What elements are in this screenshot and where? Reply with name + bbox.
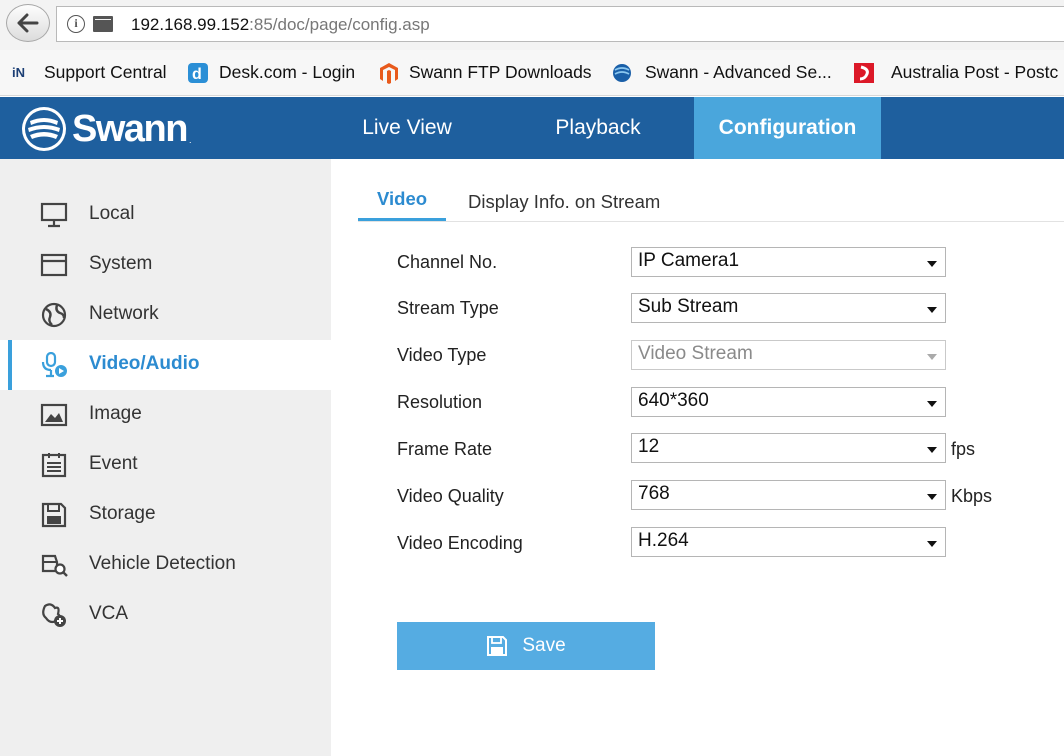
video-encoding-select[interactable]: H.264 — [631, 527, 946, 557]
sidebar-item-label: Video/Audio — [89, 353, 200, 374]
bookmark-label: Desk.com - Login — [219, 62, 356, 82]
url-host: 192.168.99.152 — [131, 15, 250, 34]
chevron-down-icon — [927, 261, 937, 267]
video-quality-unit: Kbps — [951, 486, 993, 506]
select-value: 640*360 — [638, 390, 709, 411]
svg-text:d: d — [192, 66, 202, 83]
sidebar-item-label: Event — [89, 453, 138, 474]
chevron-down-icon — [927, 401, 937, 407]
sidebar-item-vehicle-detection[interactable]: Vehicle Detection — [0, 540, 331, 590]
page-icon — [93, 16, 113, 32]
swann-globe-icon — [613, 64, 631, 82]
channel-no-select[interactable]: IP Camera1 — [631, 247, 946, 277]
brand-mark: . — [188, 135, 192, 145]
sidebar-item-label: Storage — [89, 503, 156, 524]
url-path: :85/doc/page/config.asp — [249, 15, 430, 34]
in-icon: iN — [12, 65, 25, 80]
info-icon[interactable]: i — [67, 15, 85, 33]
floppy-icon — [41, 502, 67, 528]
back-button[interactable] — [6, 4, 50, 42]
bookmark-label: Swann - Advanced Se... — [645, 62, 832, 82]
sidebar-item-event[interactable]: Event — [0, 440, 331, 490]
bookmark-label: Swann FTP Downloads — [409, 62, 592, 82]
tab-video[interactable]: Video — [377, 188, 427, 230]
chevron-down-icon — [927, 494, 937, 500]
nav-playback[interactable]: Playback — [520, 97, 676, 159]
config-sidebar: Local System Network Video/Audio Image E… — [0, 159, 331, 756]
window-icon — [40, 253, 68, 277]
save-button-label: Save — [522, 635, 566, 656]
select-value: 12 — [638, 436, 660, 457]
microphone-icon — [41, 352, 67, 378]
chevron-down-icon — [927, 447, 937, 453]
select-value: H.264 — [638, 530, 689, 551]
select-value: Video Stream — [638, 343, 753, 364]
resolution-select[interactable]: 640*360 — [631, 387, 946, 417]
brand-name: Swann — [72, 107, 188, 150]
monitor-icon — [40, 202, 68, 228]
swann-globe-logo-icon — [22, 107, 66, 151]
tab-display-info-on-stream[interactable]: Display Info. on Stream — [468, 191, 660, 233]
frame-rate-select[interactable]: 12 — [631, 433, 946, 463]
select-value: IP Camera1 — [638, 250, 740, 271]
sidebar-item-label: VCA — [89, 603, 129, 624]
tab-divider — [358, 221, 1064, 222]
sidebar-item-vca[interactable]: VCA — [0, 590, 331, 640]
bookmark-label: Australia Post - Postc — [891, 62, 1059, 82]
app-header: Swann . Live View Playback Configuration — [0, 97, 1064, 159]
browser-toolbar: i 192.168.99.152:85/doc/page/config.asp — [0, 0, 1064, 50]
stream-type-select[interactable]: Sub Stream — [631, 293, 946, 323]
sidebar-item-local[interactable]: Local — [0, 190, 331, 240]
bookmark-label: Support Central — [44, 62, 167, 82]
sidebar-item-label: Vehicle Detection — [89, 553, 236, 574]
sidebar-item-video-audio[interactable]: Video/Audio — [0, 340, 331, 390]
chevron-down-icon — [927, 307, 937, 313]
sidebar-item-label: Image — [89, 403, 142, 424]
desk-icon: d — [188, 63, 208, 83]
frame-rate-unit: fps — [951, 439, 976, 459]
sidebar-item-label: System — [89, 253, 153, 274]
address-bar[interactable]: i 192.168.99.152:85/doc/page/config.asp — [56, 6, 1064, 42]
video-quality-select[interactable]: 768 — [631, 480, 946, 510]
url-text: 192.168.99.152:85/doc/page/config.asp — [131, 15, 430, 35]
globe-icon — [41, 302, 67, 328]
nav-configuration[interactable]: Configuration — [694, 97, 881, 159]
back-arrow-icon — [17, 13, 39, 33]
video-type-label: Video Type — [397, 345, 487, 365]
sidebar-item-network[interactable]: Network — [0, 290, 331, 340]
select-value: Sub Stream — [638, 296, 739, 317]
save-button[interactable]: Save — [397, 622, 655, 670]
sidebar-item-system[interactable]: System — [0, 240, 331, 290]
select-value: 768 — [638, 483, 670, 504]
svg-text:iN: iN — [12, 65, 25, 80]
video-encoding-label: Video Encoding — [397, 533, 523, 553]
sidebar-item-storage[interactable]: Storage — [0, 490, 331, 540]
vehicle-search-icon — [41, 554, 68, 577]
video-type-select: Video Stream — [631, 340, 946, 370]
image-icon — [40, 403, 68, 427]
auspost-icon — [854, 63, 874, 83]
video-quality-label: Video Quality — [397, 486, 504, 506]
channel-no-label: Channel No. — [397, 252, 498, 272]
sidebar-item-image[interactable]: Image — [0, 390, 331, 440]
nav-live-view[interactable]: Live View — [330, 97, 484, 159]
bookmarks-bar: iN Support Central d Desk.com - Login Sw… — [0, 50, 1064, 96]
frame-rate-label: Frame Rate — [397, 439, 493, 459]
magento-icon — [380, 63, 398, 84]
resolution-label: Resolution — [397, 392, 483, 412]
calendar-icon — [41, 453, 67, 478]
floppy-save-icon — [487, 636, 508, 656]
sidebar-item-label: Network — [89, 303, 159, 324]
sidebar-item-label: Local — [89, 203, 135, 224]
chevron-down-icon — [927, 541, 937, 547]
vca-icon — [42, 603, 66, 627]
chevron-down-icon — [927, 354, 937, 360]
stream-type-label: Stream Type — [397, 298, 499, 318]
swann-logo[interactable]: Swann . — [20, 105, 191, 153]
